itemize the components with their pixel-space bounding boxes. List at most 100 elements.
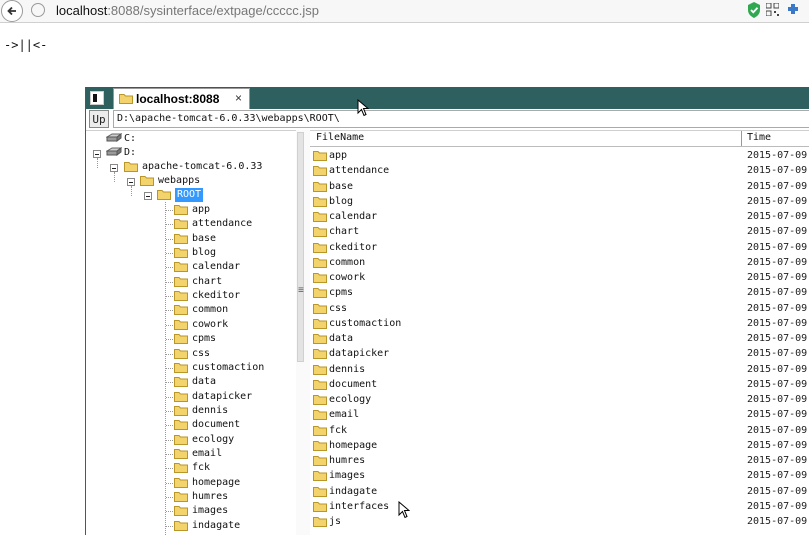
tree-guide-line <box>166 224 173 226</box>
tree-item-root[interactable]: ROOT <box>86 188 296 202</box>
file-time: 2015-07-09 <box>747 485 808 497</box>
extension-icon[interactable] <box>787 3 801 17</box>
tree-item-ecology[interactable]: ecology <box>86 433 296 447</box>
tree-item-label: webapps <box>158 175 201 186</box>
tree-item-ckeditor[interactable]: ckeditor <box>86 289 296 303</box>
file-row[interactable]: chart 2015-07-09 <box>310 224 809 239</box>
file-name: humres <box>329 455 366 466</box>
folder-icon <box>174 477 188 488</box>
tree-item-label: apache-tomcat-6.0.33 <box>142 161 263 172</box>
tree-item-cowork[interactable]: cowork <box>86 318 296 332</box>
column-divider[interactable] <box>741 131 742 146</box>
tree-item-blog[interactable]: blog <box>86 246 296 260</box>
file-row[interactable]: js 2015-07-09 <box>310 514 809 529</box>
collapse-icon[interactable] <box>144 192 152 200</box>
url-text[interactable]: localhost:8088/sysinterface/extpage/cccc… <box>56 3 319 18</box>
qr-code-icon[interactable] <box>766 3 779 16</box>
collapse-icon[interactable] <box>110 164 118 172</box>
tree-item-attendance[interactable]: attendance <box>86 217 296 231</box>
folder-icon <box>313 516 327 527</box>
tree-guide-line <box>166 497 173 498</box>
file-row[interactable]: dennis 2015-07-09 <box>310 362 809 377</box>
file-name: chart <box>329 226 360 238</box>
tree-item-label: blog <box>192 247 217 259</box>
folder-icon <box>174 333 188 345</box>
file-row[interactable]: cowork 2015-07-09 <box>310 270 809 285</box>
folder-icon <box>174 448 188 459</box>
tree-item-css[interactable]: css <box>86 347 296 361</box>
tab-localhost[interactable]: localhost:8088 × <box>113 88 250 109</box>
tree-item-calendar[interactable]: calendar <box>86 260 296 274</box>
file-name: js <box>329 516 342 527</box>
collapse-icon[interactable] <box>93 150 101 158</box>
column-time[interactable]: Time <box>747 132 771 143</box>
tree-item-webapps[interactable]: webapps <box>86 174 296 188</box>
file-name: attendance <box>329 165 390 177</box>
tree-item-datapicker[interactable]: datapicker <box>86 390 296 404</box>
file-row[interactable]: attendance 2015-07-09 <box>310 163 809 178</box>
file-row[interactable]: app 2015-07-09 <box>310 148 809 163</box>
tree-item-data[interactable]: data <box>86 375 296 389</box>
tree-guide-line <box>166 281 173 283</box>
file-row[interactable]: base 2015-07-09 <box>310 179 809 194</box>
close-icon[interactable]: × <box>235 91 242 105</box>
tree-item-customaction[interactable]: customaction <box>86 361 296 375</box>
tree-item-indagate[interactable]: indagate <box>86 519 296 533</box>
file-row[interactable]: indagate 2015-07-09 <box>310 484 809 499</box>
tree-scrollbar[interactable] <box>297 132 304 362</box>
tree-item-label: css <box>192 347 211 359</box>
window-menu-icon[interactable] <box>90 91 104 105</box>
folder-icon <box>174 247 188 259</box>
tree-item-homepage[interactable]: homepage <box>86 476 296 490</box>
tree-item-cpms[interactable]: cpms <box>86 332 296 346</box>
tree-item-drive-d[interactable]: D: <box>86 146 296 160</box>
file-row[interactable]: data 2015-07-09 <box>310 331 809 346</box>
file-name: app <box>329 150 348 161</box>
file-row[interactable]: humres 2015-07-09 <box>310 453 809 468</box>
file-row[interactable]: css 2015-07-09 <box>310 301 809 316</box>
file-row[interactable]: customaction 2015-07-09 <box>310 316 809 331</box>
tree-item-email[interactable]: email <box>86 447 296 461</box>
tree-item-drive-c[interactable]: C: <box>86 132 296 146</box>
file-row[interactable]: datapicker 2015-07-09 <box>310 346 809 361</box>
path-input[interactable]: D:\apache-tomcat-6.0.33\webapps\ROOT\ <box>113 110 809 128</box>
tree-item-base[interactable]: base <box>86 232 296 246</box>
folder-icon <box>313 440 327 451</box>
path-bar: Up D:\apache-tomcat-6.0.33\webapps\ROOT\ <box>86 109 809 131</box>
tree-item-images[interactable]: images <box>86 504 296 518</box>
tree-item-humres[interactable]: humres <box>86 490 296 504</box>
file-row[interactable]: images 2015-07-09 <box>310 468 809 483</box>
tree-guide-line <box>166 238 173 240</box>
tree-item-label: D: <box>124 147 137 158</box>
tree-guide-line <box>166 353 173 355</box>
file-row[interactable]: fck 2015-07-09 <box>310 423 809 438</box>
grip-icon[interactable]: ≡ <box>298 285 304 296</box>
collapse-icon[interactable] <box>127 178 135 186</box>
file-row[interactable]: ecology 2015-07-09 <box>310 392 809 407</box>
file-row[interactable]: calendar 2015-07-09 <box>310 209 809 224</box>
mouse-cursor-icon <box>357 99 369 117</box>
tree-item-app[interactable]: app <box>86 203 296 217</box>
file-row[interactable]: ckeditor 2015-07-09 <box>310 240 809 255</box>
folder-icon <box>313 196 327 207</box>
shield-check-icon[interactable] <box>747 2 761 18</box>
file-row[interactable]: homepage 2015-07-09 <box>310 438 809 453</box>
file-row[interactable]: cpms 2015-07-09 <box>310 285 809 300</box>
folder-icon <box>174 348 188 359</box>
file-time: 2015-07-09 <box>747 165 808 177</box>
tree-item-dennis[interactable]: dennis <box>86 404 296 418</box>
file-row[interactable]: email 2015-07-09 <box>310 407 809 422</box>
file-row[interactable]: blog 2015-07-09 <box>310 194 809 209</box>
up-button[interactable]: Up <box>89 110 109 128</box>
tree-item-common[interactable]: common <box>86 303 296 317</box>
back-arrow-icon[interactable] <box>1 0 23 22</box>
tree-item-label: app <box>192 204 211 215</box>
splitter-handle[interactable]: ≡ <box>296 130 310 535</box>
column-filename[interactable]: FileName <box>316 132 364 143</box>
tree-item-chart[interactable]: chart <box>86 275 296 289</box>
tree-item-document[interactable]: document <box>86 418 296 432</box>
tree-item-fck[interactable]: fck <box>86 461 296 475</box>
file-row[interactable]: interfaces 2015-07-09 <box>310 499 809 514</box>
file-row[interactable]: common 2015-07-09 <box>310 255 809 270</box>
file-row[interactable]: document 2015-07-09 <box>310 377 809 392</box>
